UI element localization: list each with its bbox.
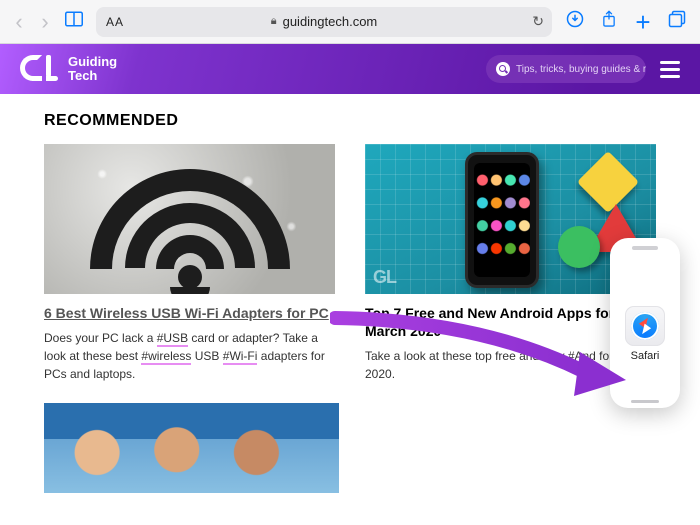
watermark: GL [373,267,396,288]
back-button[interactable]: ‹ [8,9,30,35]
downloads-button[interactable] [560,10,590,34]
site-logo[interactable]: GuidingTech [20,55,117,84]
drag-handle[interactable] [632,246,658,250]
search-input[interactable]: Tips, tricks, buying guides & r [486,55,646,83]
article-excerpt: Does your PC lack a #USB card or adapter… [44,329,335,383]
article-thumbnail [44,144,335,294]
logo-icon [20,55,60,83]
text-size-button[interactable]: AA [106,15,124,29]
article-thumbnail [44,403,339,493]
bookmarks-button[interactable] [60,11,88,32]
article-card[interactable]: 6 Best Wireless USB Wi-Fi Adapters for P… [44,144,335,383]
search-placeholder: Tips, tricks, buying guides & r [516,64,646,75]
hashtag-link[interactable]: #And [568,349,596,365]
url-text: guidingtech.com [283,14,378,29]
search-icon [496,62,510,76]
hashtag-link[interactable]: #USB [157,331,188,347]
forward-button[interactable]: › [34,9,56,35]
section-heading: RECOMMENDED [44,112,656,130]
safari-app-icon[interactable] [625,306,665,346]
home-indicator[interactable] [631,400,659,403]
page-content: RECOMMENDED 6 Best Wireless USB Wi-Fi Ad… [0,94,700,525]
menu-button[interactable] [660,61,680,78]
compass-icon [631,312,659,340]
brand-name: GuidingTech [68,55,117,84]
tabs-button[interactable] [662,10,692,34]
site-header: GuidingTech Tips, tricks, buying guides … [0,44,700,94]
hashtag-link[interactable]: #wireless [141,349,191,365]
reload-button[interactable]: ↻ [532,13,544,30]
share-button[interactable] [594,10,624,34]
hashtag-link[interactable]: #Wi-Fi [223,349,258,365]
new-tab-button[interactable]: + [628,13,658,31]
address-bar[interactable]: AA 🔒︎ guidingtech.com ↻ [96,7,552,37]
lock-icon: 🔒︎ [271,15,277,28]
slide-over-panel[interactable]: Safari [610,238,680,408]
article-card[interactable] [44,403,339,493]
app-label: Safari [631,350,660,362]
browser-toolbar: ‹ › AA 🔒︎ guidingtech.com ↻ + [0,0,700,44]
article-title-link[interactable]: 6 Best Wireless USB Wi-Fi Adapters for P… [44,304,335,322]
